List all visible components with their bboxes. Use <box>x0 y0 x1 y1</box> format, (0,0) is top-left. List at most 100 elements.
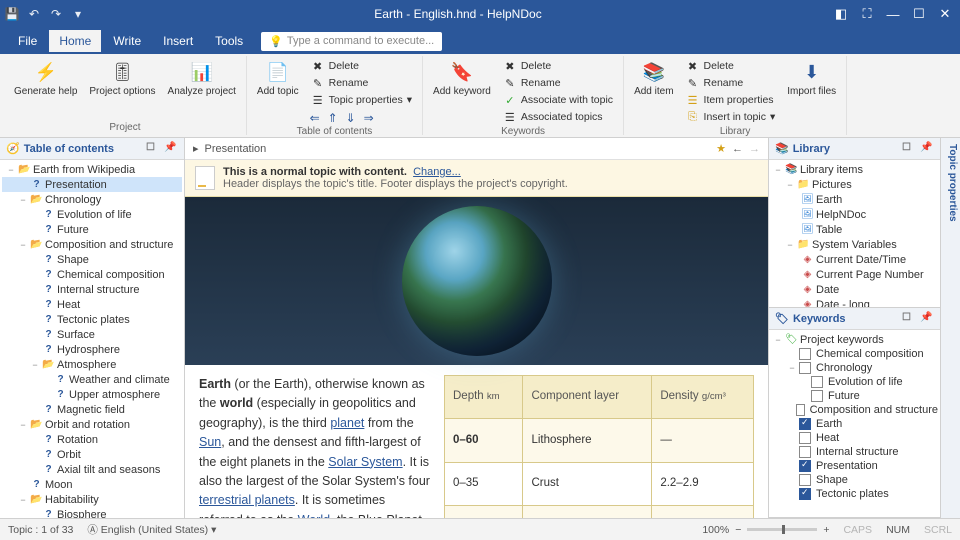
toc-node[interactable]: ?Hydrosphere <box>2 342 182 357</box>
toc-node[interactable]: −📂Chronology <box>2 192 182 207</box>
undo-icon[interactable]: ↶ <box>26 6 42 22</box>
link-terrestrial[interactable]: terrestrial planets <box>199 493 295 507</box>
panel-menu-icon[interactable]: ☐ <box>902 142 916 156</box>
close-icon[interactable]: ✕ <box>934 4 956 24</box>
panel-menu-icon[interactable]: ☐ <box>902 312 916 326</box>
zoom-in-icon[interactable]: + <box>823 524 829 536</box>
add-item-button[interactable]: 📚Add item <box>630 58 677 99</box>
lib-item[interactable]: ◈Date <box>771 282 938 297</box>
toc-node[interactable]: ?Moon <box>2 477 182 492</box>
add-topic-button[interactable]: 📄Add topic <box>253 58 303 99</box>
panel-pin-icon[interactable]: 📌 <box>920 142 934 156</box>
associated-topics-button[interactable]: ☰Associated topics <box>499 109 617 125</box>
kw-item[interactable]: Internal structure <box>771 445 938 459</box>
minimize-icon[interactable]: — <box>882 4 904 24</box>
toc-node[interactable]: ?Surface <box>2 327 182 342</box>
link-sun[interactable]: Sun <box>199 435 221 449</box>
menu-insert[interactable]: Insert <box>153 30 203 52</box>
lib-item[interactable]: 🖼Earth <box>771 192 938 207</box>
star-icon[interactable]: ★ <box>716 142 726 155</box>
delete-item-button[interactable]: ✖Delete <box>682 58 780 74</box>
toc-node[interactable]: −📂Orbit and rotation <box>2 417 182 432</box>
add-keyword-button[interactable]: 🔖Add keyword <box>429 58 495 99</box>
link-solar-system[interactable]: Solar System <box>328 455 402 469</box>
toc-node[interactable]: ?Upper atmosphere <box>2 387 182 402</box>
link-planet[interactable]: planet <box>330 416 364 430</box>
toc-node[interactable]: ?Magnetic field <box>2 402 182 417</box>
zoom-control[interactable]: 100% − + <box>702 524 829 536</box>
lib-item[interactable]: ◈Current Page Number <box>771 267 938 282</box>
move-left-icon[interactable]: ⇐ <box>307 111 323 125</box>
project-options-button[interactable]: 🎚Project options <box>85 58 159 99</box>
item-properties-button[interactable]: ☰Item properties <box>682 92 780 108</box>
kw-item[interactable]: Tectonic plates <box>771 487 938 501</box>
toc-node[interactable]: ?Tectonic plates <box>2 312 182 327</box>
fullscreen-icon[interactable]: ⛶ <box>856 4 878 24</box>
rename-keyword-button[interactable]: ✎Rename <box>499 75 617 91</box>
toc-node[interactable]: ?Weather and climate <box>2 372 182 387</box>
kw-item[interactable]: Shape <box>771 473 938 487</box>
toc-node[interactable]: ?Future <box>2 222 182 237</box>
lib-item[interactable]: 🖼HelpNDoc <box>771 207 938 222</box>
menu-home[interactable]: Home <box>49 30 101 52</box>
lib-item[interactable]: 🖼Table <box>771 222 938 237</box>
kw-root[interactable]: −🏷Project keywords <box>771 332 938 347</box>
lang-indicator[interactable]: Ⓐ English (United States) ▾ <box>87 522 216 537</box>
kw-item[interactable]: Heat <box>771 431 938 445</box>
import-files-button[interactable]: ⬇Import files <box>783 58 840 99</box>
delete-topic-button[interactable]: ✖Delete <box>307 58 416 74</box>
kw-item[interactable]: −Chronology <box>771 361 938 375</box>
menu-file[interactable]: File <box>8 30 47 52</box>
kw-item[interactable]: Future <box>771 389 938 403</box>
breadcrumb[interactable]: Presentation <box>205 143 267 155</box>
topic-content[interactable]: Earth (or the Earth), otherwise known as… <box>185 197 768 518</box>
topic-properties-button[interactable]: ☰Topic properties ▾ <box>307 92 416 108</box>
toc-node[interactable]: ?Shape <box>2 252 182 267</box>
move-right-icon[interactable]: ⇒ <box>361 111 377 125</box>
toc-node[interactable]: ?Orbit <box>2 447 182 462</box>
generate-help-button[interactable]: ⚡Generate help <box>10 58 81 99</box>
kw-item[interactable]: Chemical composition <box>771 347 938 361</box>
analyze-project-button[interactable]: 📊Analyze project <box>164 58 240 99</box>
qat-dropdown-icon[interactable]: ▾ <box>70 6 86 22</box>
command-search[interactable]: 💡Type a command to execute... <box>261 32 442 51</box>
toc-node[interactable]: ?Presentation <box>2 177 182 192</box>
lib-root[interactable]: −📚Library items <box>771 162 938 177</box>
associate-keyword-button[interactable]: ✓Associate with topic <box>499 92 617 108</box>
panel-menu-icon[interactable]: ☐ <box>146 142 160 156</box>
toc-node[interactable]: −📂Habitability <box>2 492 182 507</box>
toc-node[interactable]: ?Evolution of life <box>2 207 182 222</box>
toc-node[interactable]: ?Biosphere <box>2 507 182 518</box>
zoom-slider[interactable] <box>747 528 817 531</box>
rename-item-button[interactable]: ✎Rename <box>682 75 780 91</box>
panel-pin-icon[interactable]: 📌 <box>920 312 934 326</box>
move-down-icon[interactable]: ⇓ <box>343 111 359 125</box>
maximize-icon[interactable]: ☐ <box>908 4 930 24</box>
library-tree[interactable]: −📚Library items−📁Pictures🖼Earth🖼HelpNDoc… <box>769 160 940 307</box>
link-world[interactable]: World <box>298 513 330 518</box>
redo-icon[interactable]: ↷ <box>48 6 64 22</box>
move-up-icon[interactable]: ⇑ <box>325 111 341 125</box>
lib-item[interactable]: ◈Date - long <box>771 297 938 307</box>
tip-change-link[interactable]: Change... <box>413 166 461 178</box>
nav-back-icon[interactable]: ← <box>732 143 743 155</box>
menu-write[interactable]: Write <box>103 30 151 52</box>
toc-node[interactable]: ?Internal structure <box>2 282 182 297</box>
breadcrumb-caret-icon[interactable]: ▸ <box>193 142 199 155</box>
toc-node[interactable]: −📂Atmosphere <box>2 357 182 372</box>
panel-pin-icon[interactable]: 📌 <box>164 142 178 156</box>
toc-node[interactable]: −📂Earth from Wikipedia <box>2 162 182 177</box>
menu-tools[interactable]: Tools <box>205 30 253 52</box>
rename-topic-button[interactable]: ✎Rename <box>307 75 416 91</box>
insert-in-topic-button[interactable]: ⎘Insert in topic ▾ <box>682 109 780 125</box>
toc-tree[interactable]: −📂Earth from Wikipedia?Presentation−📂Chr… <box>0 160 184 518</box>
zoom-out-icon[interactable]: − <box>735 524 741 536</box>
lib-group[interactable]: −📁Pictures <box>771 177 938 192</box>
save-icon[interactable]: 💾 <box>4 6 20 22</box>
toc-node[interactable]: −📂Composition and structure <box>2 237 182 252</box>
kw-item[interactable]: Presentation <box>771 459 938 473</box>
lib-item[interactable]: ◈Current Date/Time <box>771 252 938 267</box>
toc-node[interactable]: ?Axial tilt and seasons <box>2 462 182 477</box>
lib-group[interactable]: −📁System Variables <box>771 237 938 252</box>
keywords-tree[interactable]: −🏷Project keywordsChemical composition−C… <box>769 330 940 517</box>
